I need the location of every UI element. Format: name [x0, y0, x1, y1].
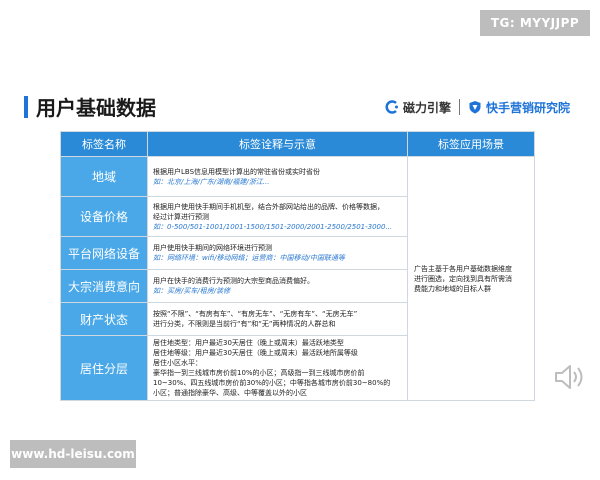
desc-line: 豪华指一到三线城市房价前10%的小区；高级指一到三线城市房价前 [153, 369, 365, 377]
kuaishou-shield-icon [469, 101, 481, 114]
brand-name-cili: 磁力引擎 [402, 100, 451, 115]
tag-name: 平台网络设备 [60, 236, 148, 270]
cili-logo-icon [385, 100, 398, 114]
desc-line: 居住小区水平： [153, 359, 202, 367]
header-tag-desc: 标签诠释与示意 [147, 131, 408, 157]
tag-name: 大宗消费意向 [60, 269, 148, 303]
watermark-top: TG: MYYJJPP [480, 10, 590, 36]
data-table: 标签名称 标签诠释与示意 标签应用场景 地域 根据用户LBS信息用模型计算出的常… [60, 131, 535, 401]
desc-line: 根据用户使用快手期间手机机型，结合外部网站给出的品牌、价格等数据， [153, 202, 384, 211]
tag-desc: 居住地类型：用户最近30天居住（晚上或周末）最活跃地类型 居住地等级：用户最近3… [147, 335, 408, 401]
table-row: 地域 根据用户LBS信息用模型计算出的常驻省份或实时省份 如：北京/上海/广东/… [60, 156, 535, 401]
tag-desc: 按照“不限”、“有房有车”、“有房无车”、“无房有车”、“无房无车” 进行分类，… [147, 302, 408, 336]
desc-line: 用户使用快手期间的网络环境进行预测 [153, 244, 272, 252]
scene-line: 进行圈选，定向找到具有所需消 [414, 274, 512, 283]
desc-line: 按照“不限”、“有房有车”、“有房无车”、“无房有车”、“无房无车” [153, 310, 358, 318]
header-tag-name: 标签名称 [60, 131, 148, 157]
tag-name: 财产状态 [60, 302, 148, 336]
title-accent-bar [24, 96, 28, 118]
speaker-icon[interactable] [553, 362, 587, 392]
desc-line: 经过计算进行预测 [153, 212, 209, 221]
tag-desc: 用户使用快手期间的网络环境进行预测 如：网络环境：wifi/移动网络；运营商：中… [147, 236, 408, 270]
desc-line: 用户在快手的消费行为预测的大宗型商品消费偏好。 [153, 277, 314, 285]
desc-line: 居住地等级：用户最近30天居住（晚上或周末）最活跃地所属等级 [153, 349, 358, 357]
desc-example: 如：买房/买车/租房/装修 [153, 287, 231, 295]
desc-example: 如：网络环境：wifi/移动网络；运营商：中国移动/中国联通等 [153, 254, 345, 262]
tag-name: 地域 [60, 156, 148, 197]
brand-logos: 磁力引擎 快手营销研究院 [385, 96, 570, 118]
desc-line: 根据用户LBS信息用模型计算出的常驻省份或实时省份 [153, 167, 321, 176]
scene-cell: 广告主基于各用户基础数据维度 进行圈选，定向找到具有所需消 费能力和地域的目标人… [407, 156, 535, 401]
page-title: 用户基础数据 [36, 96, 156, 120]
desc-line: 进行分类，不限则是当前行“有”和“无”两种情况的人群总和 [153, 320, 336, 328]
brand-name-kuaishou: 快手营销研究院 [485, 100, 570, 115]
desc-example: 如：0-500/501-1001/1001-1500/1501-2000/200… [153, 222, 393, 231]
watermark-bottom: www.hd-leisu.com [10, 440, 136, 468]
desc-line: 小区；普通指除豪华、高级、中等覆盖以外的小区 [153, 389, 307, 397]
desc-line: 居住地类型：用户最近30天居住（晚上或周末）最活跃地类型 [153, 339, 344, 347]
tag-name: 居住分层 [60, 335, 148, 401]
tag-desc: 用户在快手的消费行为预测的大宗型商品消费偏好。 如：买房/买车/租房/装修 [147, 269, 408, 303]
desc-example: 如：北京/上海/广东/湖南/福建/浙江... [153, 177, 270, 186]
tag-desc: 根据用户LBS信息用模型计算出的常驻省份或实时省份 如：北京/上海/广东/湖南/… [147, 156, 408, 197]
table-header-row: 标签名称 标签诠释与示意 标签应用场景 [60, 131, 535, 157]
scene-line: 费能力和地域的目标人群 [414, 284, 491, 293]
desc-line: 10~30%、四五线城市房价前30%的小区；中等指各城市房价前30~80%的 [153, 379, 391, 387]
scene-line: 广告主基于各用户基础数据维度 [414, 264, 512, 273]
tag-name: 设备价格 [60, 196, 148, 237]
header-tag-scene: 标签应用场景 [407, 131, 535, 157]
tag-desc: 根据用户使用快手期间手机机型，结合外部网站给出的品牌、价格等数据， 经过计算进行… [147, 196, 408, 237]
brand-separator [458, 99, 460, 115]
